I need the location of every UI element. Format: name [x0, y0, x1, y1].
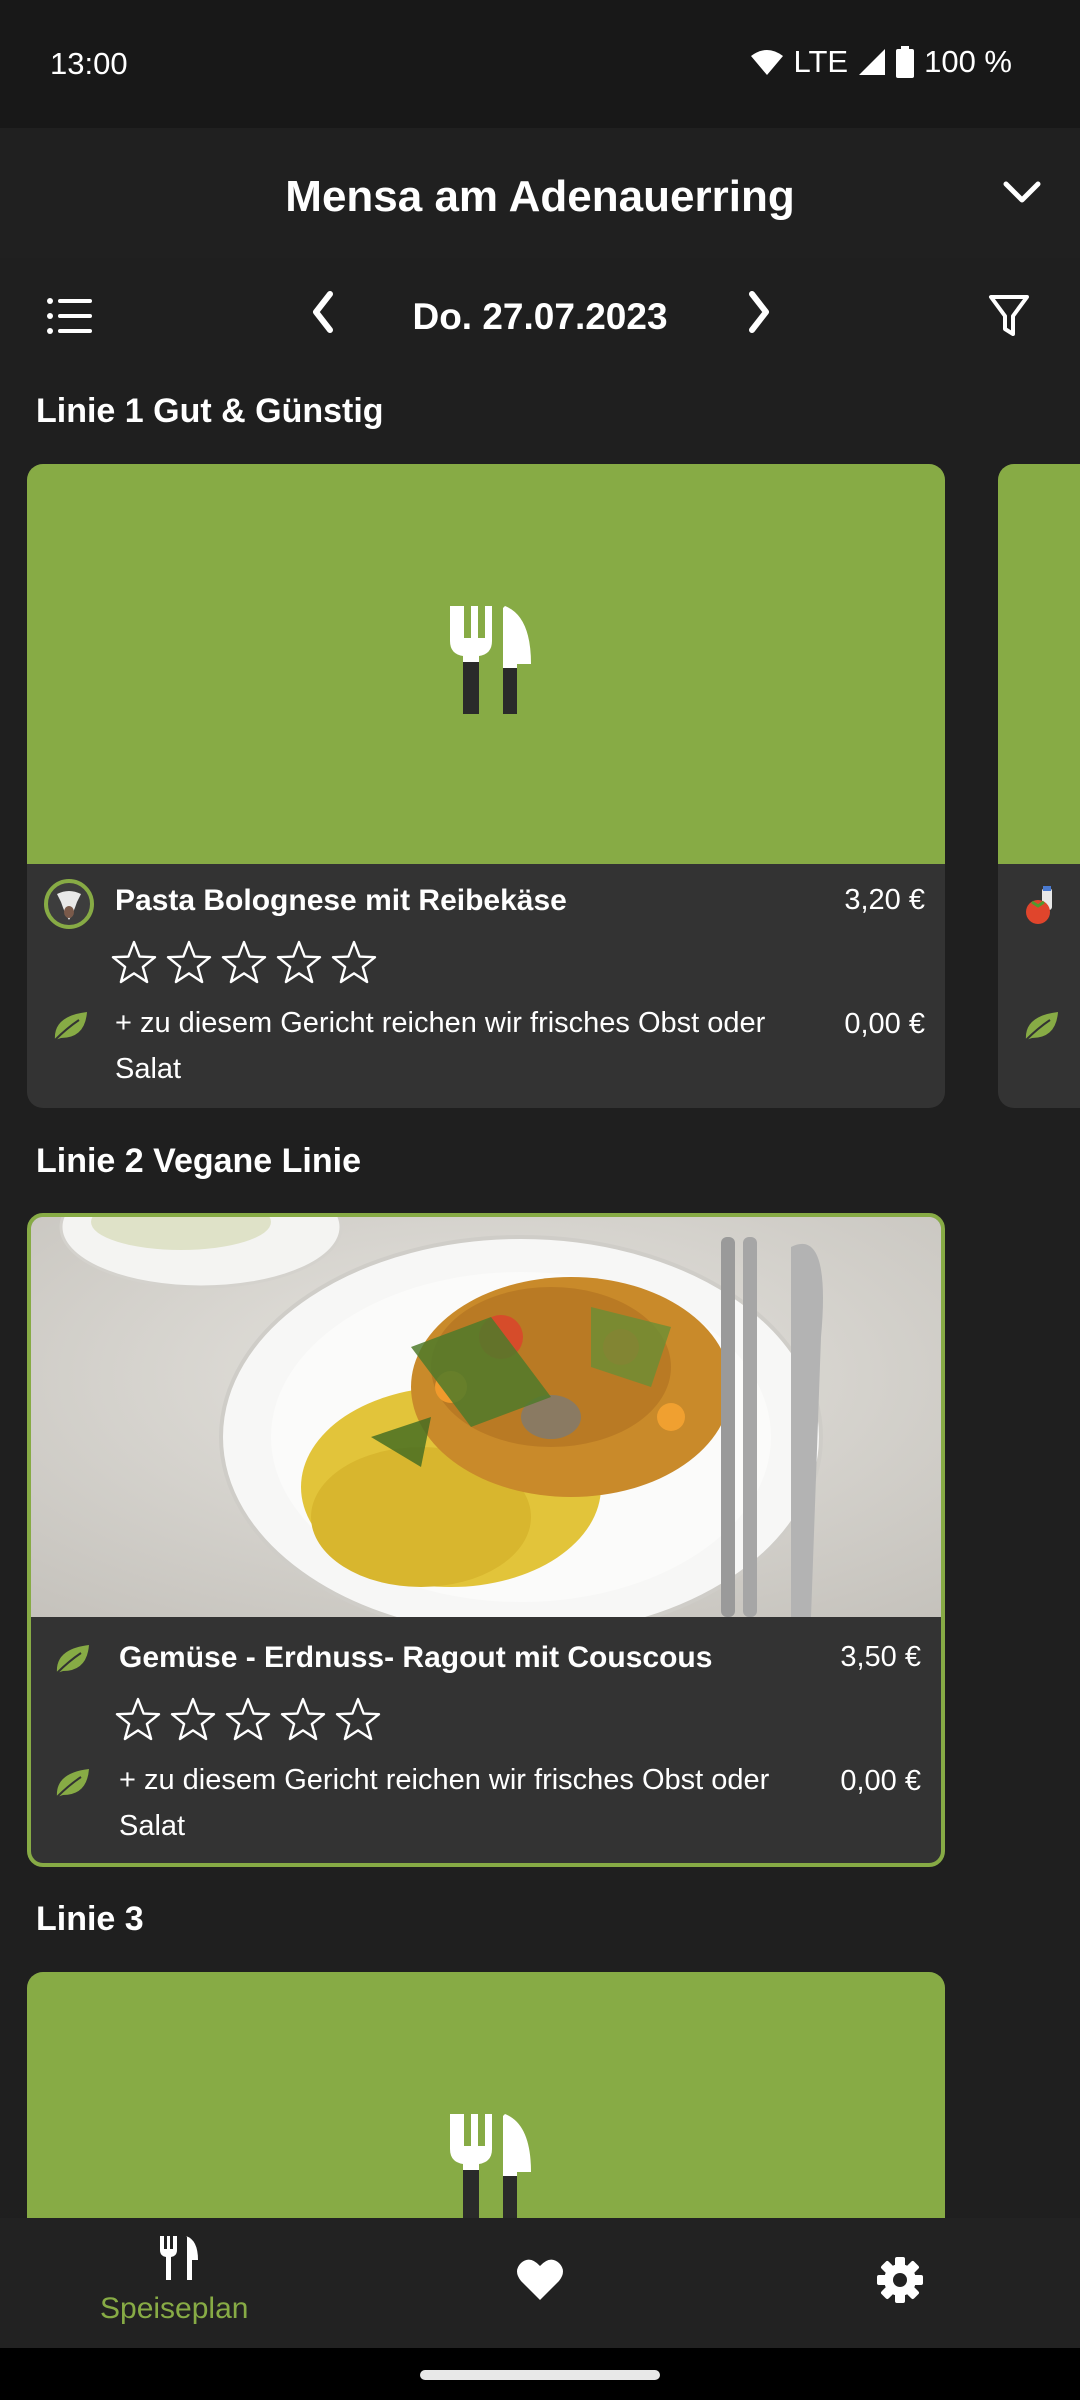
settings-gear-icon — [877, 2257, 923, 2303]
star-outline-icon[interactable] — [170, 1697, 216, 1741]
rating-stars[interactable] — [111, 940, 377, 984]
meal-photo — [31, 1217, 941, 1617]
app-header: Mensa am Adenauerring — [0, 128, 1080, 258]
status-indicators: LTE 100 % — [750, 44, 1012, 80]
network-label: LTE — [793, 44, 849, 79]
cutlery-icon — [160, 2236, 198, 2280]
star-outline-icon[interactable] — [335, 1697, 381, 1741]
cutlery-placeholder-icon — [450, 606, 531, 714]
battery-icon — [896, 46, 915, 78]
meal-name: Pasta Bolognese mit Reibekäse — [115, 884, 567, 917]
beef-icon — [44, 879, 94, 929]
rating-stars[interactable] — [115, 1697, 381, 1741]
star-outline-icon[interactable] — [331, 940, 377, 984]
current-date[interactable]: Do. 27.07.2023 — [0, 296, 1080, 338]
star-outline-icon[interactable] — [221, 940, 267, 984]
meal-photo-image — [31, 1217, 941, 1617]
star-outline-icon[interactable] — [280, 1697, 326, 1741]
cell-signal-icon — [859, 49, 886, 75]
status-time: 13:00 — [50, 46, 128, 81]
battery-label: 100 % — [924, 44, 1012, 79]
cutlery-placeholder-icon — [450, 2114, 531, 2222]
vegan-leaf-icon — [56, 1769, 89, 1798]
side-dish-text: + zu diesem Gericht reichen wir frisches… — [115, 1007, 766, 1085]
star-outline-icon[interactable] — [225, 1697, 271, 1741]
meal-card-linie-1[interactable]: Pasta Bolognese mit Reibekäse 3,20 € + z… — [27, 464, 945, 1108]
canteen-selector-title[interactable]: Mensa am Adenauerring — [0, 172, 1080, 222]
vegan-leaf-icon — [1025, 1012, 1058, 1041]
star-outline-icon[interactable] — [166, 940, 212, 984]
nav-item-speiseplan[interactable]: Speiseplan — [60, 2218, 300, 2348]
section-title-linie-3: Linie 3 — [36, 1900, 144, 1938]
meal-card-linie-2[interactable]: Gemüse - Erdnuss- Ragout mit Couscous 3,… — [27, 1213, 945, 1867]
star-outline-icon[interactable] — [276, 940, 322, 984]
date-navigation: Do. 27.07.2023 — [0, 258, 1080, 374]
bottom-navigation: Speiseplan — [0, 2218, 1080, 2348]
vegan-leaf-icon — [56, 1645, 89, 1674]
status-bar: 13:00 LTE 100 % — [0, 0, 1080, 128]
section-title-linie-1: Linie 1 Gut & Günstig — [36, 392, 384, 430]
meal-name: Gemüse - Erdnuss- Ragout mit Couscous — [119, 1641, 713, 1674]
meal-image-placeholder — [27, 464, 945, 864]
nav-item-favorites[interactable] — [420, 2218, 660, 2348]
heart-icon — [517, 2259, 563, 2300]
side-dish-price: 0,00 € — [840, 1765, 921, 1797]
meal-price: 3,50 € — [840, 1641, 921, 1673]
tomato-icon — [1026, 886, 1052, 924]
meal-image-placeholder — [998, 464, 1080, 864]
next-day-icon[interactable] — [744, 290, 774, 334]
wifi-icon — [750, 50, 783, 75]
star-outline-icon[interactable] — [115, 1697, 161, 1741]
meal-price: 3,20 € — [844, 884, 925, 916]
home-gesture-handle[interactable] — [420, 2370, 660, 2380]
filter-icon[interactable] — [988, 294, 1030, 338]
star-outline-icon[interactable] — [111, 940, 157, 984]
side-dish-price: 0,00 € — [844, 1008, 925, 1040]
meal-card-peek[interactable] — [998, 464, 1080, 1108]
nav-item-settings[interactable] — [780, 2218, 1020, 2348]
nav-label-speiseplan: Speiseplan — [100, 2292, 249, 2325]
side-dish-text: + zu diesem Gericht reichen wir frisches… — [119, 1764, 770, 1842]
vegan-leaf-icon — [54, 1012, 87, 1041]
section-title-linie-2: Linie 2 Vegane Linie — [36, 1142, 361, 1180]
system-gesture-bar — [0, 2348, 1080, 2400]
chevron-down-icon[interactable] — [1002, 178, 1042, 208]
